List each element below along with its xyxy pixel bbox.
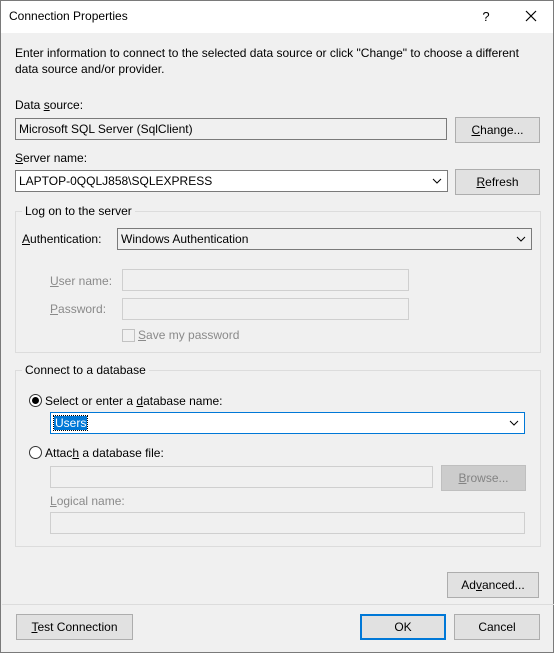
authentication-value: Windows Authentication [121,232,249,246]
connection-properties-dialog: Connection Properties ? Enter informatio… [0,0,554,653]
test-connection-button[interactable]: Test Connection [16,614,133,640]
select-database-label: Select or enter a database name: [45,394,223,408]
logon-group-title: Log on to the server [22,204,135,218]
intro-text-line1: Enter information to connect to the sele… [15,46,519,60]
refresh-button[interactable]: Refresh [455,169,540,195]
chevron-down-icon[interactable] [432,176,442,186]
data-source-field: Microsoft SQL Server (SqlClient) [15,118,447,140]
database-group-title: Connect to a database [22,363,149,377]
save-password-checkbox[interactable] [122,329,135,342]
data-source-label: Data source: [15,98,84,112]
window-title: Connection Properties [9,9,128,23]
server-name-combo[interactable]: LAPTOP-0QQLJ858\SQLEXPRESS [15,170,448,192]
password-input[interactable] [122,298,409,320]
authentication-combo[interactable]: Windows Authentication [117,228,532,250]
help-button[interactable]: ? [471,7,501,27]
attach-file-input[interactable] [50,466,433,488]
user-name-input[interactable] [122,269,409,291]
attach-file-radio[interactable] [29,446,42,459]
browse-button[interactable]: Browse... [441,465,526,491]
server-name-label: Server name: [15,151,88,165]
logical-name-label: Logical name: [50,494,125,508]
logical-name-input[interactable] [50,512,525,534]
cancel-button[interactable]: Cancel [454,614,540,640]
database-name-combo[interactable]: Users [50,412,525,434]
close-button[interactable] [516,7,546,27]
select-database-radio[interactable] [29,394,42,407]
help-icon: ? [482,9,490,24]
intro-text-line2: data source and/or provider. [15,62,165,76]
database-name-value: Users [52,415,89,431]
chevron-down-icon[interactable] [509,418,519,428]
footer-separator [2,604,554,605]
advanced-button[interactable]: Advanced... [447,572,539,598]
save-password-label: Save my password [138,328,240,342]
attach-file-label: Attach a database file: [45,446,164,460]
password-label: Password: [50,302,107,316]
user-name-label: User name: [50,274,113,288]
authentication-label: Authentication: [22,232,102,246]
data-source-value: Microsoft SQL Server (SqlClient) [19,122,193,136]
title-bar: Connection Properties ? [1,1,553,33]
close-icon [525,10,537,22]
ok-button[interactable]: OK [360,614,446,640]
chevron-down-icon[interactable] [516,234,526,244]
change-button[interactable]: Change... [455,117,540,143]
server-name-value: LAPTOP-0QQLJ858\SQLEXPRESS [19,174,213,188]
